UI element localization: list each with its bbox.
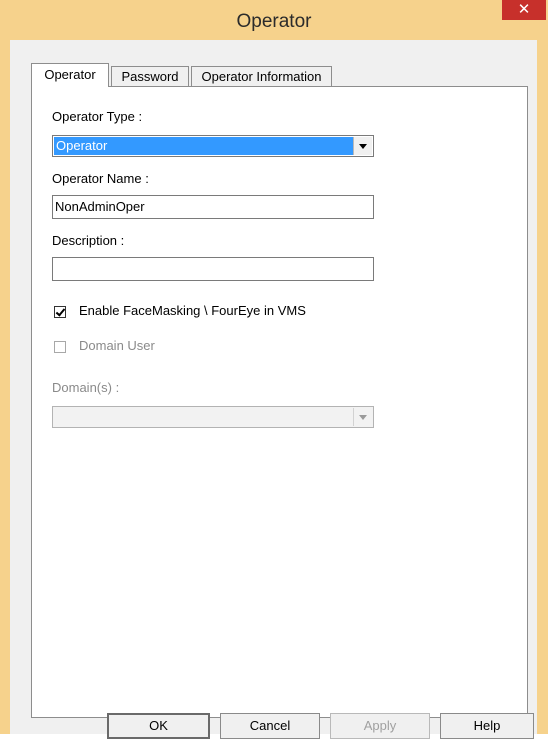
domains-label: Domain(s) : bbox=[52, 380, 120, 395]
help-button[interactable]: Help bbox=[440, 713, 534, 739]
chevron-down-icon[interactable] bbox=[353, 408, 372, 426]
operator-type-label: Operator Type : bbox=[52, 109, 143, 124]
cancel-button[interactable]: Cancel bbox=[220, 713, 320, 739]
window-title: Operator bbox=[236, 11, 312, 32]
face-masking-label: Enable FaceMasking \ FourEye in VMS bbox=[79, 303, 306, 318]
domains-dropdown[interactable] bbox=[52, 406, 374, 428]
operator-type-dropdown[interactable]: Operator bbox=[52, 135, 374, 157]
operator-name-field[interactable]: NonAdminOper bbox=[52, 195, 374, 219]
tab-operator-information[interactable]: Operator Information bbox=[191, 66, 332, 86]
face-masking-checkbox[interactable] bbox=[54, 306, 66, 318]
operator-type-value: Operator bbox=[54, 137, 353, 155]
close-icon: ✕ bbox=[517, 1, 531, 18]
description-label: Description : bbox=[52, 233, 125, 248]
tab-operator[interactable]: Operator bbox=[31, 63, 109, 87]
chevron-down-icon[interactable] bbox=[353, 137, 372, 155]
operator-tab-panel: Operator Type : Operator Operator Name :… bbox=[31, 86, 528, 718]
ok-button[interactable]: OK bbox=[107, 713, 210, 739]
dialog-client-area: Operator Password Operator Information O… bbox=[10, 40, 537, 739]
title-bar[interactable]: Operator ✕ bbox=[0, 0, 548, 40]
close-button[interactable]: ✕ bbox=[502, 0, 546, 20]
dialog-window: Operator ✕ Operator Password Operator In… bbox=[0, 0, 548, 739]
apply-button[interactable]: Apply bbox=[330, 713, 430, 739]
domain-user-label: Domain User bbox=[79, 338, 155, 353]
description-field[interactable] bbox=[52, 257, 374, 281]
operator-name-label: Operator Name : bbox=[52, 171, 149, 186]
domain-user-checkbox[interactable] bbox=[54, 341, 66, 353]
tab-password[interactable]: Password bbox=[111, 66, 189, 86]
